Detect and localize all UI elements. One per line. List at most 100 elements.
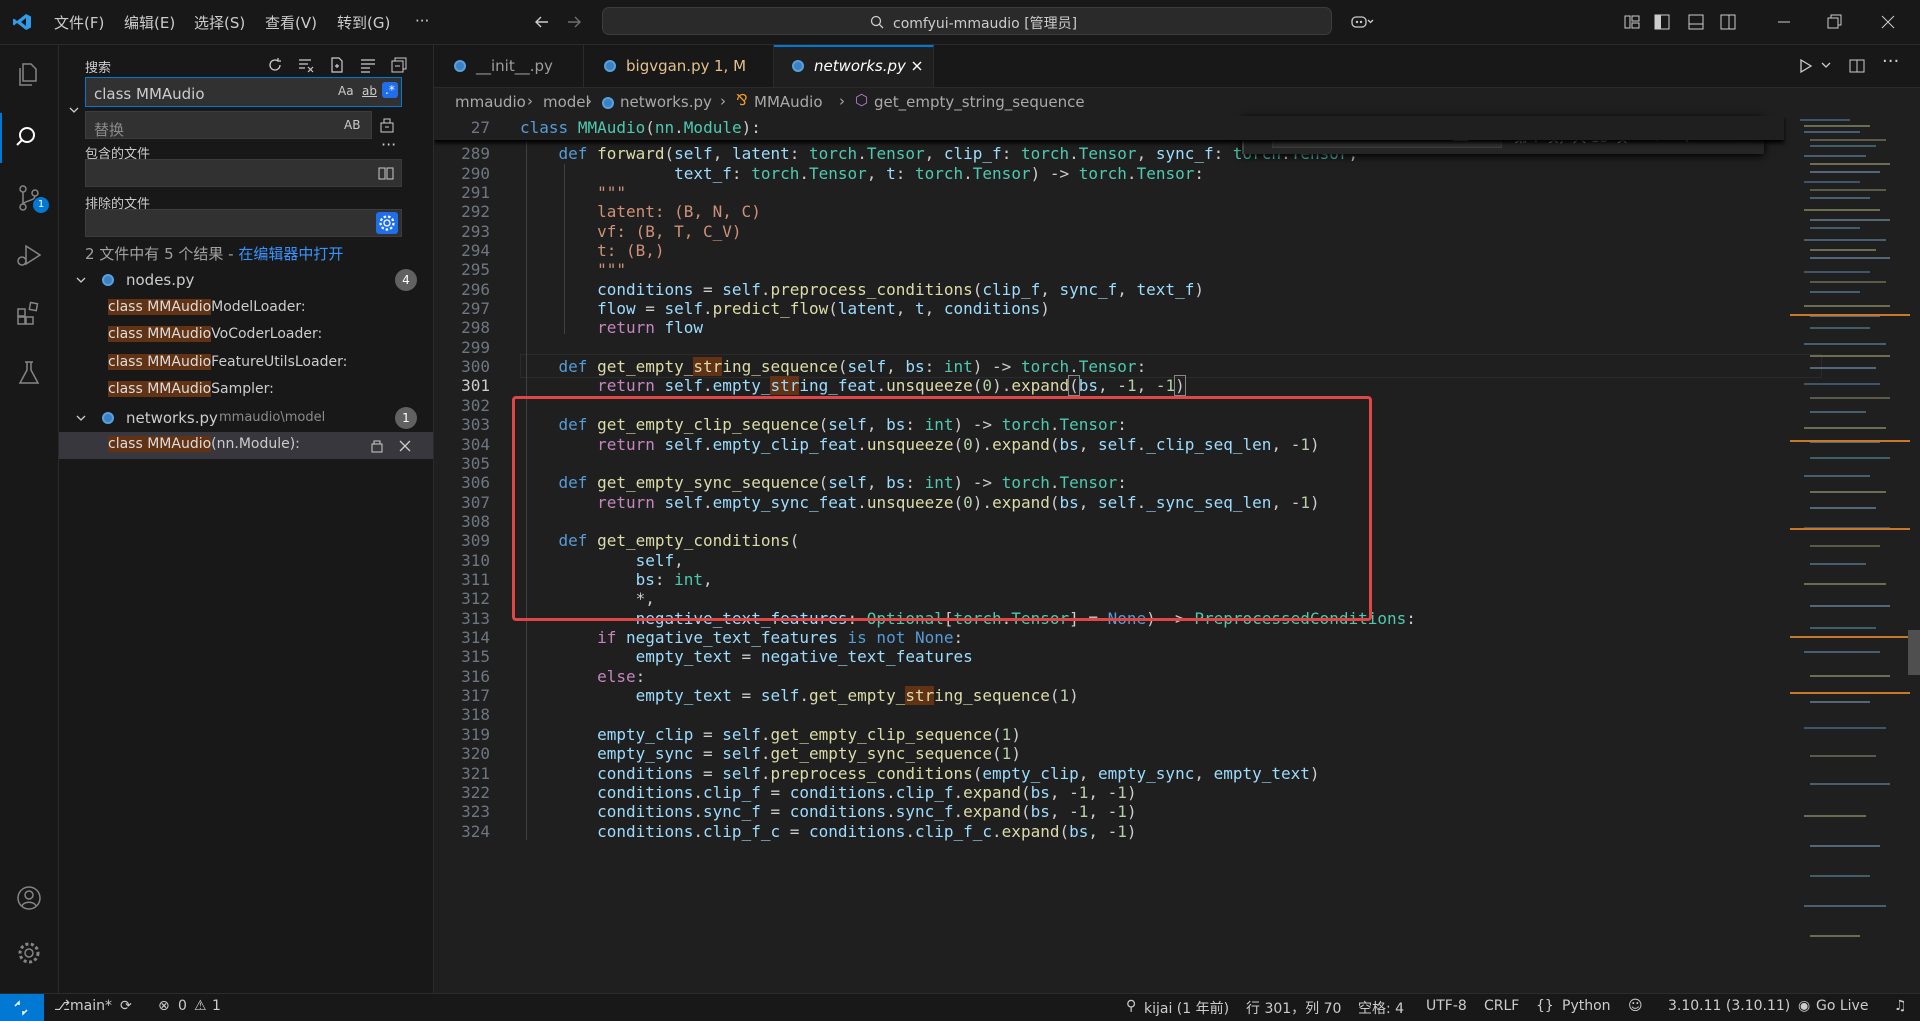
collapse-all-icon[interactable] bbox=[389, 55, 409, 75]
accounts-icon[interactable] bbox=[14, 883, 44, 913]
line-number: 295 bbox=[461, 260, 490, 279]
match-case-toggle[interactable]: Aa bbox=[338, 84, 354, 98]
tab-networks[interactable]: networks.py bbox=[774, 45, 934, 87]
tab-init[interactable]: __init__.py bbox=[434, 45, 584, 87]
view-as-tree-icon[interactable] bbox=[358, 55, 378, 75]
menu-go[interactable]: 转到(G) bbox=[337, 12, 390, 33]
match-highlight: class MMAudio bbox=[108, 381, 212, 397]
restore-icon[interactable] bbox=[1824, 12, 1844, 32]
match-rest: Sampler: bbox=[211, 381, 274, 397]
run-debug-icon[interactable] bbox=[14, 240, 44, 270]
copilot-status-icon[interactable]: ☺ bbox=[1628, 998, 1643, 1014]
menu-edit[interactable]: 编辑(E) bbox=[124, 12, 175, 33]
toggle-panel-icon[interactable] bbox=[1686, 12, 1706, 32]
more-options-icon[interactable]: ··· bbox=[381, 135, 396, 154]
language-mode[interactable]: Python bbox=[1562, 998, 1611, 1014]
explorer-icon[interactable] bbox=[14, 59, 44, 89]
breadcrumb-item[interactable]: model bbox=[543, 93, 590, 111]
code-line: latent: (B, N, C) bbox=[597, 202, 761, 221]
search-icon bbox=[870, 15, 884, 29]
result-file-row[interactable]: networks.py mmaudio\model 1 bbox=[59, 405, 433, 432]
branch-name[interactable]: main* bbox=[70, 998, 112, 1014]
notifications-bell-icon[interactable]: ♫ bbox=[1894, 998, 1907, 1014]
open-in-editor-link[interactable]: 在编辑器中打开 bbox=[238, 245, 343, 263]
result-match-row[interactable]: class MMAudioFeatureUtilsLoader: bbox=[59, 350, 433, 377]
minimize-icon[interactable] bbox=[1774, 12, 1794, 32]
preserve-case-toggle[interactable]: AB bbox=[344, 118, 360, 132]
menu-more[interactable]: ··· bbox=[415, 12, 429, 30]
customize-layout-icon[interactable] bbox=[1622, 12, 1642, 32]
tab-status: 1, M bbox=[714, 57, 747, 75]
match-whole-word-toggle[interactable]: ab bbox=[362, 84, 377, 98]
toggle-primary-sidebar-icon[interactable] bbox=[1652, 12, 1672, 32]
testing-flask-icon[interactable] bbox=[14, 358, 44, 388]
use-exclude-settings-toggle[interactable] bbox=[376, 212, 398, 234]
python-file-icon bbox=[102, 274, 114, 286]
result-file-row[interactable]: nodes.py 4 bbox=[59, 267, 433, 294]
match-count-badge: 1 bbox=[395, 407, 417, 429]
search-input[interactable]: class MMAudio Aa ab .* bbox=[85, 77, 402, 107]
use-regex-toggle[interactable]: .* bbox=[382, 82, 398, 98]
open-editors-book-icon[interactable] bbox=[378, 166, 394, 180]
menu-file[interactable]: 文件(F) bbox=[54, 12, 104, 33]
dismiss-icon[interactable] bbox=[397, 438, 413, 454]
menu-selection[interactable]: 选择(S) bbox=[194, 12, 245, 33]
breadcrumb-item[interactable]: MMAudio bbox=[754, 93, 823, 111]
result-match-row[interactable]: class MMAudioSampler: bbox=[59, 377, 433, 404]
result-match-row[interactable]: class MMAudioVoCoderLoader: bbox=[59, 322, 433, 349]
close-tab-icon[interactable] bbox=[910, 59, 924, 73]
breadcrumb-item[interactable]: mmaudio bbox=[455, 93, 526, 111]
back-arrow-icon[interactable] bbox=[532, 12, 552, 32]
replace-all-icon[interactable] bbox=[377, 115, 397, 135]
more-actions-icon[interactable]: ··· bbox=[1882, 51, 1899, 72]
extensions-icon[interactable] bbox=[14, 298, 44, 328]
exclude-files-input[interactable] bbox=[85, 209, 402, 237]
refresh-icon[interactable] bbox=[265, 55, 285, 75]
replace-input[interactable]: 替换 AB bbox=[85, 111, 372, 139]
breadcrumb-item[interactable]: get_empty_string_sequence bbox=[874, 93, 1085, 111]
code-line: def get_empty_string_sequence(self, bs: … bbox=[558, 357, 1147, 376]
remote-indicator[interactable] bbox=[0, 994, 44, 1021]
tab-bigvgan[interactable]: bigvgan.py 1, M bbox=[584, 45, 774, 87]
command-center[interactable]: comfyui-mmaudio [管理员] bbox=[602, 7, 1332, 35]
result-match-row[interactable]: class MMAudioModelLoader: bbox=[59, 295, 433, 322]
clear-results-icon[interactable] bbox=[296, 55, 316, 75]
forward-arrow-icon[interactable] bbox=[564, 12, 584, 32]
copilot-icon[interactable] bbox=[1350, 12, 1374, 32]
search-icon[interactable] bbox=[14, 123, 44, 153]
error-count[interactable]: 0 bbox=[178, 998, 187, 1014]
sticky-scroll[interactable]: 27 class MMAudio(nn.Module): bbox=[434, 116, 1784, 140]
toggle-secondary-sidebar-icon[interactable] bbox=[1718, 12, 1738, 32]
run-dropdown-chevron-icon[interactable] bbox=[1820, 59, 1832, 71]
chevron-down-icon[interactable] bbox=[75, 274, 87, 286]
result-match-row-selected[interactable]: class MMAudio(nn.Module): bbox=[59, 432, 433, 459]
warning-count[interactable]: 1 bbox=[212, 998, 221, 1014]
minimap[interactable] bbox=[1790, 116, 1910, 993]
include-files-input[interactable] bbox=[85, 159, 402, 187]
python-interpreter[interactable]: 3.10.11 (3.10.11) bbox=[1668, 998, 1790, 1014]
line-number: 292 bbox=[461, 202, 490, 221]
toggle-replace-chevron-icon[interactable] bbox=[67, 103, 81, 117]
git-blame[interactable]: kijai (1 年前) bbox=[1144, 998, 1229, 1018]
new-search-editor-icon[interactable] bbox=[327, 55, 347, 75]
vertical-scrollbar[interactable] bbox=[1908, 630, 1920, 675]
code-line: empty_clip = self.get_empty_clip_sequenc… bbox=[597, 725, 1021, 744]
line-number: 299 bbox=[461, 338, 490, 357]
breadcrumb-item[interactable]: networks.py bbox=[620, 93, 712, 111]
menu-view[interactable]: 查看(V) bbox=[265, 12, 317, 33]
line-number: 289 bbox=[461, 144, 490, 163]
indentation[interactable]: 空格: 4 bbox=[1358, 998, 1404, 1018]
chevron-down-icon[interactable] bbox=[75, 412, 87, 424]
sync-icon[interactable]: ⟳ bbox=[120, 998, 132, 1014]
split-editor-icon[interactable] bbox=[1848, 57, 1866, 75]
run-python-file-icon[interactable] bbox=[1796, 57, 1814, 75]
line-ending[interactable]: CRLF bbox=[1484, 998, 1519, 1014]
chevron-right-icon: › bbox=[586, 92, 592, 110]
match-count-badge: 4 bbox=[395, 269, 417, 291]
encoding[interactable]: UTF-8 bbox=[1426, 998, 1467, 1014]
cursor-position[interactable]: 行 301，列 70 bbox=[1246, 998, 1341, 1018]
settings-gear-icon[interactable] bbox=[14, 938, 44, 968]
replace-icon[interactable] bbox=[369, 438, 385, 454]
close-window-icon[interactable] bbox=[1878, 12, 1898, 32]
go-live-button[interactable]: Go Live bbox=[1816, 998, 1868, 1014]
